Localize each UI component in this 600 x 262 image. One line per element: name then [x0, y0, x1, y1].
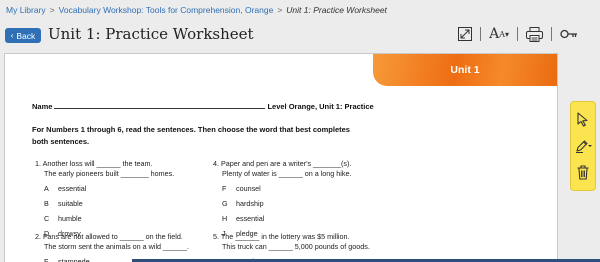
key-icon[interactable]: [560, 29, 578, 39]
answer-option[interactable]: Chumble: [35, 214, 210, 224]
question-2: 2. Fans are not allowed to ______ on the…: [35, 232, 210, 262]
toolbar-divider: [551, 27, 552, 41]
question-4: 4. Paper and pen are a writer's _______(…: [213, 159, 388, 239]
name-blank: [54, 108, 266, 109]
page-title: Unit 1: Practice Worksheet: [48, 25, 254, 43]
worksheet-document: Unit 1 Name Level Orange, Unit 1: Practic…: [4, 53, 558, 262]
question-sentence: The early pioneers built _______ homes.: [44, 169, 175, 178]
toolbar-divider: [517, 27, 518, 41]
question-sentence: 1. Another loss will ______ the team.: [35, 159, 153, 168]
toolbar-divider: [480, 27, 482, 41]
print-icon[interactable]: [526, 26, 543, 42]
breadcrumb-separator: >: [277, 5, 283, 15]
trash-icon[interactable]: [577, 165, 589, 180]
question-1: 1. Another loss will ______ the team. Th…: [35, 159, 210, 239]
pen-icon[interactable]: [575, 139, 592, 153]
expand-icon[interactable]: [458, 27, 473, 41]
breadcrumb: My Library > Vocabulary Workshop: Tools fo…: [6, 5, 387, 15]
toolbar: A A▾: [458, 26, 578, 42]
breadcrumb-current: Unit 1: Practice Worksheet: [286, 5, 387, 15]
question-5: 5. The ______ in the lottery was $5 mill…: [213, 232, 388, 262]
chevron-left-icon: ‹: [10, 31, 14, 40]
answer-option[interactable]: Ghardship: [213, 199, 388, 209]
breadcrumb-separator: >: [49, 5, 55, 15]
answer-option[interactable]: Bsuitable: [35, 199, 210, 209]
name-line: Name Level Orange, Unit 1: Practice: [32, 102, 374, 111]
question-sentence: 4. Paper and pen are a writer's _______(…: [213, 159, 352, 168]
instructions: For Numbers 1 through 6, read the senten…: [32, 125, 350, 146]
annotation-tools-panel: [570, 101, 596, 191]
breadcrumb-my-library[interactable]: My Library: [6, 5, 46, 15]
question-sentence: 5. The ______ in the lottery was $5 mill…: [213, 232, 350, 241]
font-size-icon[interactable]: A A▾: [489, 26, 509, 42]
answer-option[interactable]: Aessential: [35, 184, 210, 194]
breadcrumb-book[interactable]: Vocabulary Workshop: Tools for Comprehen…: [59, 5, 274, 15]
answer-option[interactable]: Fcounsel: [213, 184, 388, 194]
level-text: Level Orange, Unit 1: Practice: [267, 102, 374, 111]
back-button-label: Back: [16, 30, 36, 41]
name-label: Name: [32, 102, 53, 111]
question-sentence: 2. Fans are not allowed to ______ on the…: [35, 232, 183, 241]
back-button[interactable]: ‹ Back: [5, 28, 41, 43]
unit-banner: Unit 1: [373, 54, 557, 86]
question-sentence: The storm sent the animals on a wild ___…: [44, 242, 190, 251]
answer-option[interactable]: Hessential: [213, 214, 388, 224]
question-sentence: Plenty of water is ______ on a long hike…: [222, 169, 352, 178]
question-sentence: This truck can ______ 5,000 pounds of go…: [222, 242, 370, 251]
pointer-icon[interactable]: [577, 112, 589, 127]
